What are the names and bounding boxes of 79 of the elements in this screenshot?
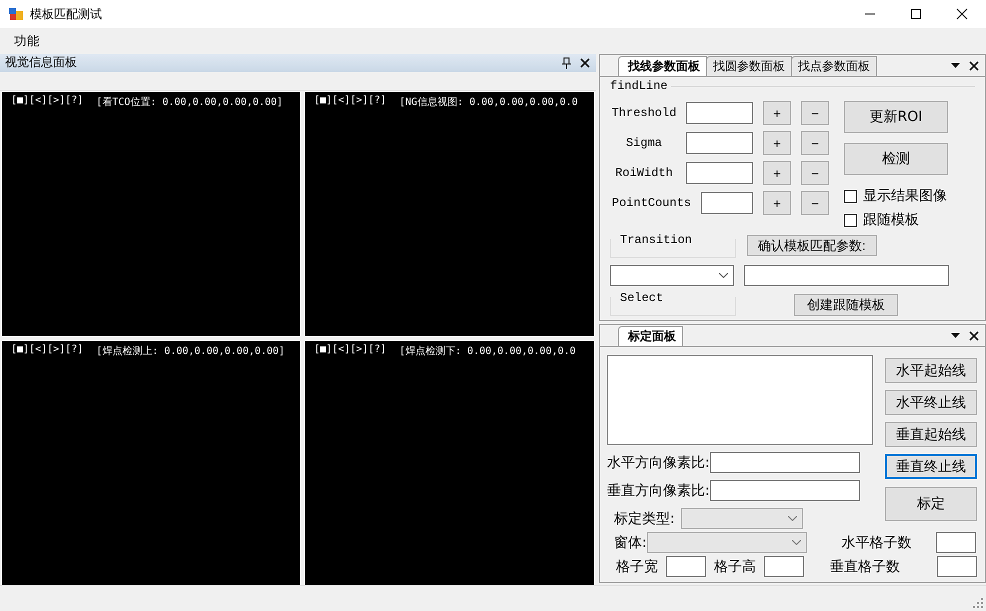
checkbox-label: 跟随模板 [863,211,919,229]
increase-button[interactable]: + [763,131,791,155]
viewer-toolbar[interactable]: [■][<][>][?] [314,94,386,109]
dropdown-icon[interactable] [951,332,960,338]
field-label: 标定类型: [614,510,675,528]
input-field[interactable] [936,532,976,553]
calibration-button[interactable]: 水平起始线 [885,358,977,383]
action-button[interactable]: 检测 [844,143,948,175]
group-title: findLine [610,79,668,93]
maximize-icon[interactable] [910,8,922,20]
close-icon[interactable] [956,8,968,20]
chevron-icon [719,273,728,278]
calibration-button[interactable]: 垂直终止线 [885,454,977,479]
input-field[interactable] [764,556,804,577]
resize-grip-icon[interactable] [973,598,983,608]
tab[interactable]: 找圆参数面板 [706,56,792,76]
tab[interactable]: 标定面板 [618,326,683,346]
param-input[interactable] [686,162,753,184]
close-icon[interactable] [969,330,979,340]
input-field[interactable] [937,556,977,577]
input-field[interactable] [710,452,860,473]
checkbox[interactable] [844,190,857,202]
app-icon [8,6,24,22]
param-input[interactable] [686,132,753,154]
param-input[interactable] [686,102,753,124]
window-title: 模板匹配测试 [30,6,102,22]
field-label: 窗体: [614,534,647,552]
text-area[interactable] [607,355,873,445]
field-label: 格子高 [714,558,756,576]
param-label: RoiWidth [614,166,674,180]
image-viewer[interactable]: [■][<][>][?] [焊点检测下: 0.00,0.00,0.00,0.0 [305,340,594,585]
text-field[interactable] [744,265,949,286]
confirm-button[interactable]: 确认模板匹配参数: [747,235,877,256]
create-button[interactable]: 创建跟随模板 [794,294,898,316]
checkbox-label: 显示结果图像 [863,187,947,205]
viewer-toolbar[interactable]: [■][<][>][?] [11,94,84,109]
chevron-icon [792,540,801,545]
field-label: 水平方向像素比: [607,454,710,472]
dropdown-icon[interactable] [951,62,960,68]
image-viewer[interactable]: [■][<][>][?] [NG信息视图: 0.00,0.00,0.00,0.0 [305,92,594,336]
increase-button[interactable]: + [763,161,791,185]
field-label: 水平格子数 [842,534,912,552]
viewer-toolbar[interactable]: [■][<][>][?] [11,344,84,358]
chevron-icon [788,516,797,521]
viewer-caption: [看TCO位置: 0.00,0.00,0.00,0.00] [96,96,283,109]
menu-item[interactable]: 功能 [0,32,50,50]
param-label: PointCounts [610,196,692,210]
field-label: 垂直方向像素比: [607,482,710,500]
image-viewer[interactable]: [■][<][>][?] [看TCO位置: 0.00,0.00,0.00,0.00] [2,92,300,336]
decrease-button[interactable]: − [801,161,829,185]
calibration-button[interactable]: 水平终止线 [885,390,977,415]
calibration-button[interactable]: 垂直起始线 [885,422,977,447]
action-button[interactable]: 更新ROI [844,101,948,133]
increase-button[interactable]: + [763,191,791,215]
close-icon[interactable] [580,58,590,68]
param-label: Threshold [610,106,678,120]
tab[interactable]: 找点参数面板 [791,56,877,76]
close-icon[interactable] [969,60,979,70]
calibration-button[interactable]: 标定 [885,487,977,521]
panel-title: 视觉信息面板 [5,54,77,72]
viewer-caption: [焊点检测上: 0.00,0.00,0.00,0.00] [96,344,285,358]
image-viewer[interactable]: [■][<][>][?] [焊点检测上: 0.00,0.00,0.00,0.00] [2,340,300,585]
param-input[interactable] [701,192,753,214]
viewer-caption: [NG信息视图: 0.00,0.00,0.00,0.0 [399,96,578,109]
input-field[interactable] [666,556,706,577]
checkbox[interactable] [844,214,857,226]
decrease-button[interactable]: − [801,131,829,155]
decrease-button[interactable]: − [801,191,829,215]
field-label: 格子宽 [616,558,658,576]
field-label: 垂直格子数 [830,558,900,576]
dropdown[interactable] [610,265,734,286]
viewer-toolbar[interactable]: [■][<][>][?] [314,344,386,358]
viewer-caption: [焊点检测下: 0.00,0.00,0.00,0.0 [399,344,576,358]
increase-button[interactable]: + [763,101,791,125]
input-field[interactable] [710,480,860,501]
tab[interactable]: 找线参数面板 [618,56,707,76]
pin-icon[interactable] [562,56,571,69]
decrease-button[interactable]: − [801,101,829,125]
param-label: Sigma [624,136,663,150]
